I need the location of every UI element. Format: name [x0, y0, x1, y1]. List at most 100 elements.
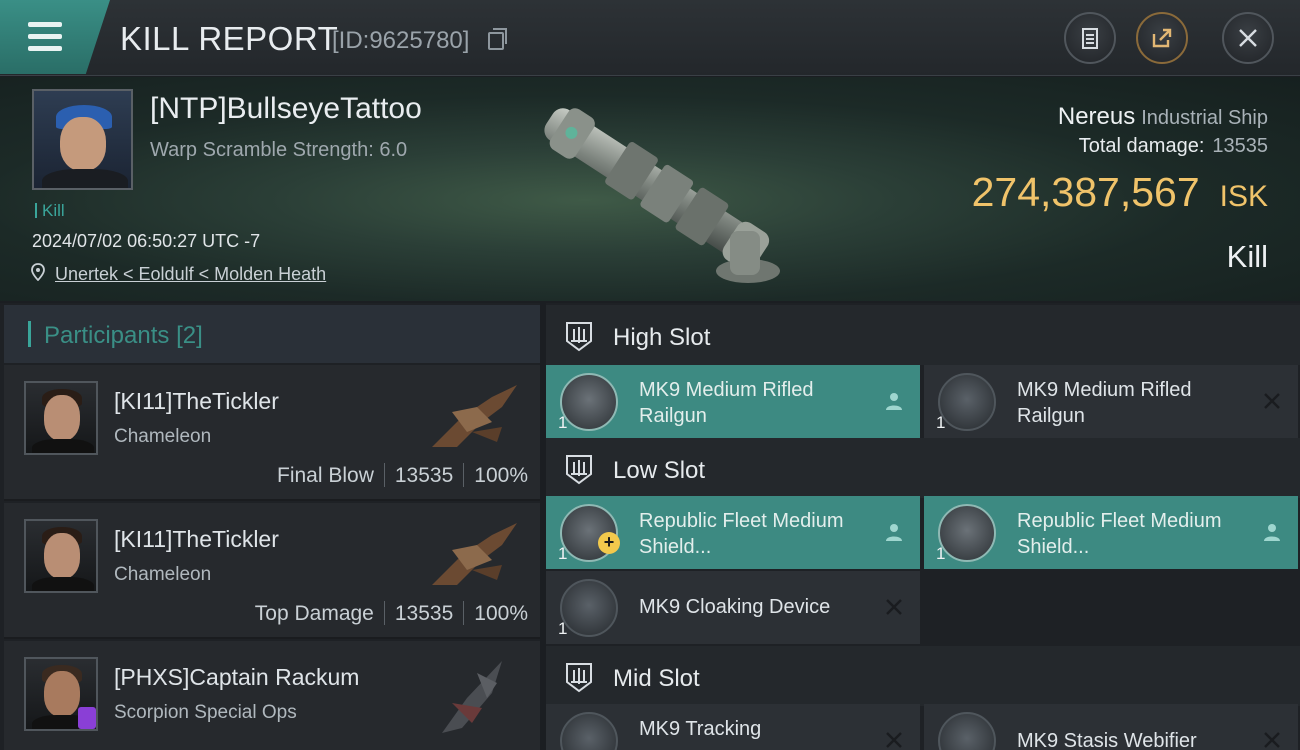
warp-scramble-strength: Warp Scramble Strength: 6.0	[150, 139, 408, 161]
mid-slot-icon	[566, 663, 592, 693]
page-title: KILL REPORT	[120, 20, 339, 57]
slot-item[interactable]: 1 Republic Fleet Medium Shield...	[924, 496, 1298, 569]
report-button[interactable]	[1064, 12, 1116, 64]
dropped-icon	[886, 393, 902, 410]
result-label: Kill	[1226, 239, 1268, 274]
ship-class: Industrial Ship	[1141, 107, 1268, 129]
high-slot-icon	[566, 322, 592, 352]
participant-ship-image	[432, 523, 517, 585]
high-slot-header: High Slot	[546, 305, 1300, 365]
tracking-icon	[560, 712, 618, 750]
mid-slot-header: Mid Slot	[546, 646, 1300, 706]
share-button[interactable]	[1136, 12, 1188, 64]
close-icon	[1239, 29, 1257, 47]
participant-name: [KI11]TheTickler	[114, 526, 279, 552]
menu-button[interactable]	[0, 0, 110, 74]
participant-role: Top Damage	[254, 602, 374, 625]
report-id: [ID:9625780]	[332, 27, 470, 54]
total-damage-value: 13535	[1212, 135, 1268, 157]
fitting-panel: High Slot 1 MK9 Medium Rifled Railgun 1 …	[546, 303, 1300, 750]
isk-unit: ISK	[1219, 180, 1268, 213]
item-name: MK9 Tracking	[639, 718, 762, 740]
cloaking-device-icon	[560, 579, 618, 637]
destroyed-icon	[886, 732, 902, 748]
slot-item[interactable]: 1 MK9 Tracking	[546, 704, 920, 750]
item-name: MK9 Medium Rifled Railgun	[1017, 379, 1192, 427]
kill-tag: Kill	[35, 201, 65, 221]
item-quantity: 1	[558, 413, 568, 432]
slot-item[interactable]: 1 MK9 Stasis Webifier	[924, 704, 1298, 750]
victim-avatar[interactable]	[32, 89, 133, 190]
low-slot-icon	[566, 455, 592, 485]
dropped-icon	[886, 524, 902, 541]
ship-type: Nereus Industrial Ship	[1058, 103, 1268, 131]
menu-icon	[28, 22, 62, 27]
item-name: MK9 Stasis Webifier	[1017, 730, 1197, 750]
copy-icon[interactable]	[488, 28, 507, 50]
destroyed-icon	[886, 599, 902, 615]
item-quantity: 1	[936, 413, 946, 432]
destroyed-icon	[1264, 732, 1280, 748]
participant-stats: Top Damage 13535 100%	[255, 601, 528, 626]
item-quantity: 1	[936, 544, 946, 563]
participant-avatar[interactable]	[24, 657, 98, 731]
high-slot-label: High Slot	[613, 324, 711, 351]
participant-ship-image	[442, 661, 502, 733]
participant-name: [KI11]TheTickler	[114, 388, 279, 414]
slot-item[interactable]: 1 MK9 Cloaking Device	[546, 571, 920, 644]
mid-slot-label: Mid Slot	[613, 665, 700, 692]
isk-value: 274,387,567 ISK	[971, 169, 1268, 215]
participant-ship: Chameleon	[114, 426, 212, 447]
item-name: MK9 Medium Rifled Railgun	[639, 379, 814, 427]
participant-name: [PHXS]Captain Rackum	[114, 664, 360, 690]
participant-ship: Scorpion Special Ops	[114, 702, 297, 723]
item-name: MK9 Cloaking Device	[639, 596, 831, 618]
slot-item[interactable]: + 1 Republic Fleet Medium Shield...	[546, 496, 920, 569]
item-quantity: 1	[558, 619, 568, 638]
participant-damage: 13535	[394, 464, 454, 487]
slot-item[interactable]: 1 MK9 Medium Rifled Railgun	[924, 365, 1298, 438]
participants-header[interactable]: Participants [2]	[4, 305, 540, 363]
victim-name[interactable]: [NTP]BullseyeTattoo	[150, 92, 422, 126]
location-link[interactable]: Unertek < Eoldulf < Molden Heath	[55, 264, 326, 285]
participant-percent: 100%	[474, 464, 528, 487]
participants-panel: Participants [2] [KI11]TheTickler Chamel…	[0, 303, 540, 750]
stasis-webifier-icon	[938, 712, 996, 750]
close-button[interactable]	[1222, 12, 1274, 64]
low-slot-label: Low Slot	[613, 457, 706, 484]
plus-icon: +	[598, 532, 620, 554]
destroyed-icon	[1264, 393, 1280, 409]
location-pin-icon	[31, 263, 45, 281]
participant-role: Final Blow	[277, 464, 374, 487]
item-name: Republic Fleet Medium Shield...	[639, 510, 844, 558]
low-slot-header: Low Slot	[546, 438, 1300, 498]
shield-icon	[938, 504, 996, 562]
participant-damage: 13535	[394, 602, 454, 625]
participants-title: Participants	[44, 322, 170, 349]
participants-count: [2]	[176, 322, 203, 349]
participant-ship-image	[432, 385, 517, 447]
share-icon	[1152, 28, 1172, 48]
ship-image	[544, 108, 780, 283]
kill-datetime: 2024/07/02 06:50:27 UTC -7	[32, 231, 261, 251]
item-name: Republic Fleet Medium Shield...	[1017, 510, 1222, 558]
clipboard-icon	[1082, 28, 1098, 49]
railgun-icon	[560, 373, 618, 431]
ship-name[interactable]: Nereus	[1058, 103, 1135, 130]
slot-item[interactable]: 1 MK9 Medium Rifled Railgun	[546, 365, 920, 438]
dropped-icon	[1264, 524, 1280, 541]
railgun-icon	[938, 373, 996, 431]
participant-stats: Final Blow 13535 100%	[277, 463, 528, 488]
participant-row[interactable]: [KI11]TheTickler Chameleon Top Damage 135…	[4, 503, 540, 639]
participant-percent: 100%	[474, 602, 528, 625]
participant-avatar[interactable]	[24, 519, 98, 593]
participant-ship: Chameleon	[114, 564, 212, 585]
item-quantity: 1	[558, 544, 568, 563]
participant-row[interactable]: [PHXS]Captain Rackum Scorpion Special Op…	[4, 641, 540, 750]
participant-avatar[interactable]	[24, 381, 98, 455]
top-bar: KILL REPORT [ID:9625780]	[0, 0, 1300, 76]
participant-row[interactable]: [KI11]TheTickler Chameleon Final Blow 135…	[4, 365, 540, 501]
total-damage: Total damage: 13535	[1078, 135, 1268, 157]
victim-panel: [NTP]BullseyeTattoo Warp Scramble Streng…	[0, 77, 1300, 301]
faction-badge	[78, 707, 96, 729]
